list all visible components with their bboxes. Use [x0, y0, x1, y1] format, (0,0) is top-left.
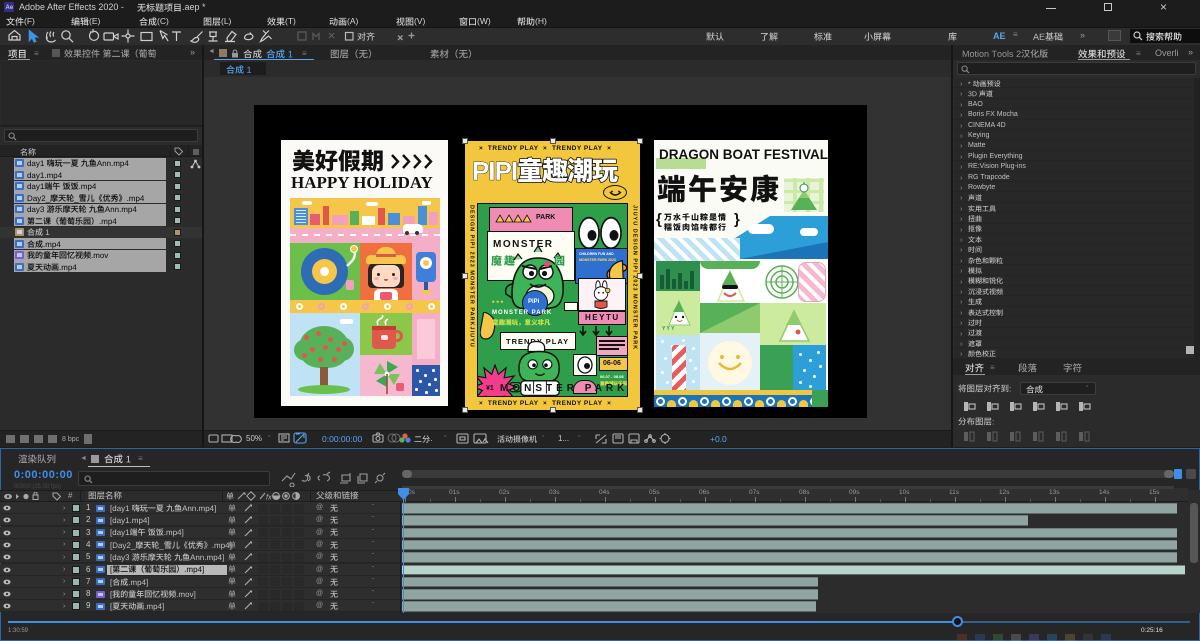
svg-text:fx: fx — [266, 495, 272, 502]
svg-text:¥1: ¥1 — [486, 385, 494, 392]
